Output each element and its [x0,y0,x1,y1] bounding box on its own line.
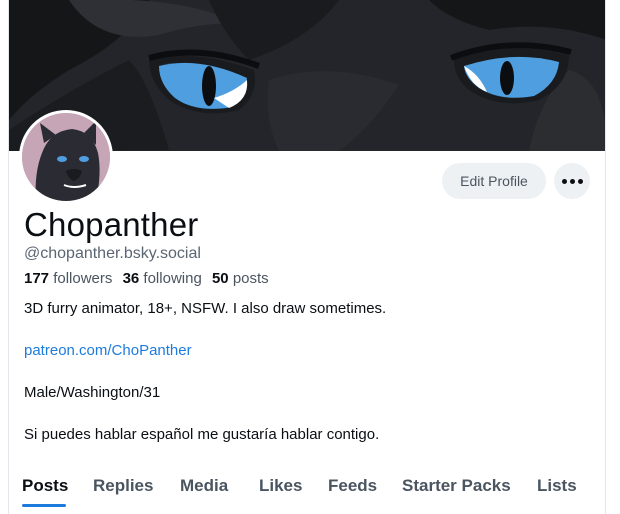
posts-count: 50 [211,270,229,287]
display-name: Chopanther [24,206,199,243]
profile-handle: @chopanther.bsky.social [24,245,201,262]
tab-likes[interactable]: Likes [259,476,302,496]
following-label: following [143,270,202,287]
tab-replies[interactable]: Replies [93,476,153,496]
tab-posts[interactable]: Posts [22,476,68,496]
tab-lists[interactable]: Lists [537,476,577,496]
profile-tabs: Posts Replies Media Likes Feeds Starter … [9,466,605,514]
active-tab-indicator [22,504,66,507]
followers-link[interactable]: 177 followers [24,270,112,287]
followers-label: followers [53,270,113,287]
patreon-link[interactable]: patreon.com/ChoPanther [24,342,192,359]
posts-stat: 50 posts [212,270,269,287]
ellipsis-icon [561,178,567,184]
following-count: 36 [122,270,140,287]
tab-starter-packs[interactable]: Starter Packs [402,476,511,496]
more-options-button[interactable] [554,163,590,199]
followers-count: 177 [24,270,50,287]
avatar[interactable] [19,110,113,204]
profile-stats: 177 followers 36 following 50 posts [24,270,269,287]
edit-profile-button[interactable]: Edit Profile [442,163,546,199]
bio-line: 3D furry animator, 18+, NSFW. I also dra… [24,300,387,317]
tab-feeds[interactable]: Feeds [328,476,377,496]
ellipsis-icon-dot [569,178,575,184]
ellipsis-icon-dot [577,178,583,184]
posts-label: posts [232,270,269,287]
bio-link-line: patreon.com/ChoPanther [24,342,192,359]
tab-media[interactable]: Media [180,476,228,496]
profile-page: Edit Profile Chopanther @chopanther.bsky… [8,0,606,514]
bio-line: Male/Washington/31 [24,384,161,401]
following-link[interactable]: 36 following [123,270,202,287]
bio-line: Si puedes hablar español me gustaría hab… [24,426,380,443]
